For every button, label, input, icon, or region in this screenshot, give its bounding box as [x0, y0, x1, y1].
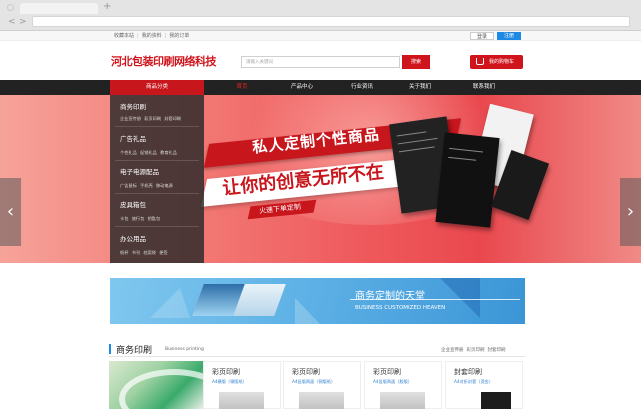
divider: [115, 160, 199, 161]
side-menu-subs[interactable]: 企业宣传册 彩页印刷 封套印刷: [120, 116, 181, 122]
product-title: 封套印刷: [454, 368, 482, 376]
section-links: 企业宣传册 彩页印刷 封套印刷: [441, 347, 506, 353]
cart-label: 我的购物车: [489, 59, 515, 65]
search-input[interactable]: 请输入关键词: [241, 56, 400, 68]
open-book-image: [192, 284, 286, 316]
decor-triangle: [295, 298, 320, 324]
section-feature-image[interactable]: [109, 361, 203, 409]
divider: [115, 126, 199, 127]
top-utility-bar: 收藏本站 | 我的资料 | 我的订单 登录 注册: [0, 31, 641, 41]
search-button[interactable]: 搜索: [402, 55, 430, 69]
nav-products[interactable]: 产品中心: [282, 80, 322, 95]
product-card[interactable]: 彩页印刷 A4横版（铜版纸）: [203, 361, 281, 409]
separator: |: [164, 33, 167, 39]
side-menu-subs[interactable]: 卡包 旅行包 钥匙包: [120, 216, 160, 222]
decor-triangle: [440, 278, 480, 318]
divider: [115, 226, 199, 227]
promo-banner[interactable]: 商务定制的天堂 BUSINESS CUSTOMIZED HEAVEN: [110, 278, 525, 324]
product-title: 彩页印刷: [373, 368, 401, 376]
product-spec[interactable]: A4对折封套（烫金）: [454, 379, 493, 385]
product-card[interactable]: 彩页印刷 A4竖版两面（铜版纸）: [283, 361, 361, 409]
side-menu-title[interactable]: 广告礼品: [120, 133, 146, 143]
section-divider: [109, 356, 525, 357]
product-card[interactable]: 彩页印刷 A4竖版两面（胶版）: [364, 361, 442, 409]
window-controls: [7, 4, 14, 11]
side-menu-title[interactable]: 皮具箱包: [120, 199, 146, 209]
product-image: [380, 392, 425, 409]
product-spec[interactable]: A4竖版两面（胶版）: [373, 379, 412, 385]
register-button[interactable]: 注册: [497, 32, 521, 40]
section-link[interactable]: 企业宣传册: [441, 347, 464, 353]
nav-home[interactable]: 首页: [222, 80, 262, 95]
favorite-site-link[interactable]: 收藏本站: [114, 32, 134, 40]
product-image: [481, 392, 511, 409]
promo-underline: [350, 299, 520, 300]
separator: |: [137, 33, 139, 39]
section-subtitle: Business printing: [165, 347, 204, 352]
banner-next-arrow[interactable]: ›: [620, 178, 641, 246]
top-links: 收藏本站 | 我的资料 | 我的订单: [114, 32, 189, 40]
banner-prev-arrow[interactable]: ‹: [0, 178, 21, 246]
product-spec[interactable]: A4竖版两面（铜版纸）: [292, 379, 335, 385]
login-button[interactable]: 登录: [470, 32, 494, 40]
nav-contact[interactable]: 联系我们: [464, 80, 504, 95]
window-close-dot[interactable]: [7, 4, 14, 11]
product-spec[interactable]: A4横版（铜版纸）: [212, 379, 247, 385]
nav-about[interactable]: 关于我们: [400, 80, 440, 95]
side-menu-title[interactable]: 办公用品: [120, 233, 146, 243]
section-marker: [109, 344, 111, 354]
nav-news[interactable]: 行业资讯: [342, 80, 382, 95]
product-title: 彩页印刷: [212, 368, 240, 376]
product-title: 彩页印刷: [292, 368, 320, 376]
section-title: 商务印刷: [116, 346, 153, 356]
section-link[interactable]: 彩页印刷: [467, 347, 485, 353]
decor-triangle: [150, 288, 190, 318]
address-bar[interactable]: [32, 16, 630, 27]
browser-chrome: + < >: [0, 0, 641, 31]
category-menu-button[interactable]: 商品分类: [110, 80, 204, 95]
my-profile-link[interactable]: 我的资料: [142, 32, 162, 40]
side-menu-subs[interactable]: 纸杯 书刊 档案袋 便签: [120, 250, 168, 256]
cart-button[interactable]: 我的购物车: [470, 55, 523, 69]
side-menu-subs[interactable]: 广告鼠标 手机壳 移动电源: [120, 183, 173, 189]
brochure-image: [435, 132, 500, 228]
site-logo[interactable]: 河北包装印刷网络科技: [111, 53, 217, 69]
divider: [115, 193, 199, 194]
browser-tab[interactable]: [20, 3, 98, 14]
promo-subtitle: BUSINESS CUSTOMIZED HEAVEN: [355, 305, 446, 311]
side-menu-subs[interactable]: 个性礼品 促销礼品 教育礼品: [120, 150, 177, 156]
cart-icon: [476, 58, 484, 65]
product-image: [219, 392, 264, 409]
my-orders-link[interactable]: 我的订单: [169, 32, 189, 40]
product-image: [299, 392, 344, 409]
back-arrow-icon[interactable]: <: [8, 17, 16, 27]
section-link[interactable]: 封套印刷: [488, 347, 506, 353]
product-card[interactable]: 封套印刷 A4对折封套（烫金）: [445, 361, 523, 409]
side-menu-title[interactable]: 电子电源配品: [120, 166, 159, 176]
new-tab-icon[interactable]: +: [103, 2, 111, 12]
category-side-menu: 商务印刷 企业宣传册 彩页印刷 封套印刷 广告礼品 个性礼品 促销礼品 教育礼品…: [110, 95, 204, 263]
side-menu-title[interactable]: 商务印刷: [120, 101, 146, 111]
forward-arrow-icon[interactable]: >: [19, 17, 27, 27]
